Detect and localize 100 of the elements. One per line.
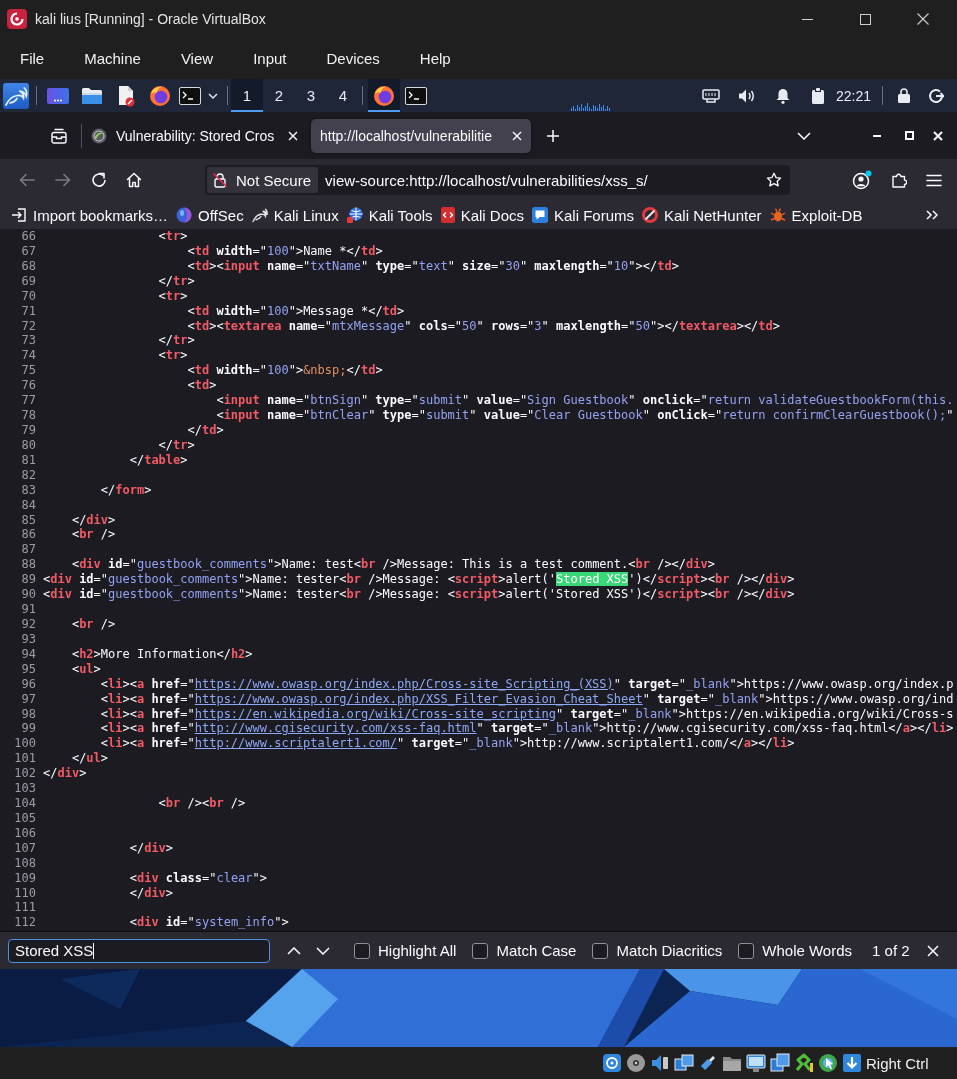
- checkbox[interactable]: [472, 942, 489, 959]
- forward-icon: [55, 173, 71, 187]
- checkbox-label[interactable]: Match Diacritics: [616, 942, 723, 959]
- browser-tab[interactable]: http://localhost/vulnerabilitie: [311, 118, 531, 153]
- windows-icon[interactable]: [770, 1053, 790, 1073]
- code-text: <li><a href=": [100, 736, 195, 752]
- code-line: <td width="100">Name *</td>: [187, 243, 383, 259]
- bell-icon[interactable]: [775, 87, 790, 104]
- app-logo-icon: [7, 9, 27, 29]
- workspace-button[interactable]: 2: [263, 79, 295, 112]
- code-line: <div id="guestbook_comments">Name: test<br />Message: This is a test comment.<br /></div>: [71, 557, 715, 573]
- line-number: 76: [20, 378, 36, 394]
- speaker-icon[interactable]: [650, 1053, 670, 1073]
- source-link[interactable]: http://www.scriptalert1.com/: [194, 736, 398, 752]
- line-number: 98: [20, 706, 36, 722]
- close-icon[interactable]: [933, 130, 943, 141]
- line-number: 104: [13, 796, 36, 811]
- maximize-icon[interactable]: [904, 131, 914, 140]
- stacked-windows-icon[interactable]: [674, 1053, 694, 1073]
- document-icon[interactable]: [117, 84, 135, 107]
- puzzle-icon[interactable]: [891, 172, 907, 188]
- bookmark[interactable]: Kali Tools: [342, 203, 437, 227]
- ethernet-icon[interactable]: [701, 88, 720, 103]
- logo-icon[interactable]: [3, 82, 29, 109]
- checkbox[interactable]: [738, 942, 755, 959]
- menu-item[interactable]: Input: [233, 44, 307, 73]
- close-icon[interactable]: [927, 944, 939, 957]
- bookmark[interactable]: Kali Linux: [247, 203, 343, 227]
- clipboard-icon[interactable]: [811, 87, 824, 104]
- lock-icon[interactable]: [898, 88, 910, 103]
- line-number: 87: [20, 542, 36, 558]
- code-line: </ul>: [71, 751, 109, 767]
- plus-icon[interactable]: [546, 128, 560, 143]
- browser-tab[interactable]: Vulnerability: Stored Cros: [87, 118, 307, 153]
- workspace-button[interactable]: 3: [295, 79, 327, 112]
- line-number: 75: [20, 363, 36, 379]
- optical-disc-icon[interactable]: [626, 1053, 646, 1073]
- code-line: </div>: [129, 840, 174, 856]
- bookmark[interactable]: Import bookmarks…: [7, 203, 173, 227]
- checkbox-label[interactable]: Highlight All: [378, 942, 457, 959]
- zigzag-icon[interactable]: [794, 1053, 814, 1073]
- workspace-button[interactable]: 1: [231, 79, 263, 112]
- line-number: 101: [13, 751, 36, 767]
- pointer-icon[interactable]: [818, 1053, 838, 1073]
- code-line: <input name="btnSign" type="submit" value="Sign Guestbook" onclick="return validateGuestbookForm(this.: [216, 393, 954, 409]
- source-link[interactable]: http://www.cgisecurity.com/xss-faq.html: [194, 721, 477, 737]
- line-number: 70: [20, 288, 36, 304]
- menu-icon[interactable]: [926, 173, 942, 187]
- source-link[interactable]: https://www.owasp.org/index.php/XSS_Filter_Evasion_Cheat_Sheet: [194, 691, 643, 707]
- code-line: </tr>: [158, 333, 195, 349]
- bookmark[interactable]: Kali Docs: [436, 203, 528, 227]
- menu-item[interactable]: View: [160, 44, 234, 73]
- code-line: <div class="clear">: [129, 870, 267, 886]
- address-bar[interactable]: Not Secure view-source:http://localhost/vulnerabilities/xss_s/: [205, 165, 790, 195]
- checkbox-label[interactable]: Match Case: [496, 942, 577, 959]
- menu-item[interactable]: Machine: [64, 44, 161, 73]
- display-icon[interactable]: [746, 1053, 766, 1073]
- menu-item[interactable]: Help: [399, 44, 471, 73]
- double-chevron-icon[interactable]: [926, 210, 938, 220]
- security-button[interactable]: Not Secure: [207, 167, 319, 193]
- checkbox[interactable]: [592, 942, 609, 959]
- chevron-down-icon[interactable]: [208, 92, 218, 99]
- taskbar-button[interactable]: [368, 79, 400, 112]
- close-icon[interactable]: [288, 130, 298, 141]
- tray-icon[interactable]: [51, 127, 67, 144]
- find-field[interactable]: Stored XSS: [8, 938, 270, 963]
- folder-icon[interactable]: [81, 86, 103, 105]
- usb-stick-icon[interactable]: [698, 1053, 718, 1073]
- line-number: 83: [20, 482, 36, 498]
- document-icon: [440, 207, 455, 223]
- browser-icon[interactable]: [149, 84, 171, 107]
- bookmark[interactable]: Kali Forums: [528, 203, 638, 227]
- bookmark[interactable]: Exploit-DB: [765, 203, 867, 227]
- url-text[interactable]: view-source:http://localhost/vulnerabilities/xss_s/: [325, 171, 648, 189]
- menu-item[interactable]: Devices: [306, 44, 400, 73]
- bookmark[interactable]: OffSec: [172, 203, 248, 227]
- chat-icon: [532, 207, 548, 223]
- line-number: 91: [20, 602, 36, 617]
- line-number: 92: [20, 616, 36, 632]
- chevron-up-icon[interactable]: [287, 946, 301, 955]
- close-icon[interactable]: [512, 130, 522, 141]
- minimize-icon[interactable]: [873, 134, 881, 137]
- source-link[interactable]: https://en.wikipedia.org/wiki/Cross-site_scripting: [194, 706, 556, 722]
- browser-icon: [373, 84, 395, 107]
- checkbox[interactable]: [354, 942, 370, 959]
- speaker-icon[interactable]: [738, 87, 756, 104]
- menu-item[interactable]: File: [0, 44, 65, 73]
- window-dots-icon[interactable]: [47, 87, 69, 104]
- bookmark[interactable]: Kali NetHunter: [638, 203, 766, 227]
- line-number: 85: [20, 512, 36, 528]
- account-icon[interactable]: [852, 170, 872, 190]
- terminal-icon: [405, 86, 427, 105]
- workspace-button[interactable]: 4: [327, 79, 359, 112]
- source-link[interactable]: https://www.owasp.org/index.php/Cross-site_Scripting_(XSS): [194, 676, 614, 692]
- terminal-icon[interactable]: [179, 86, 201, 105]
- checkbox-label[interactable]: Whole Words: [762, 942, 853, 959]
- code-line: <tr>: [158, 229, 188, 244]
- circular-arrow-icon[interactable]: [928, 87, 944, 104]
- line-number: 112: [13, 915, 36, 931]
- star-icon[interactable]: [766, 172, 782, 188]
